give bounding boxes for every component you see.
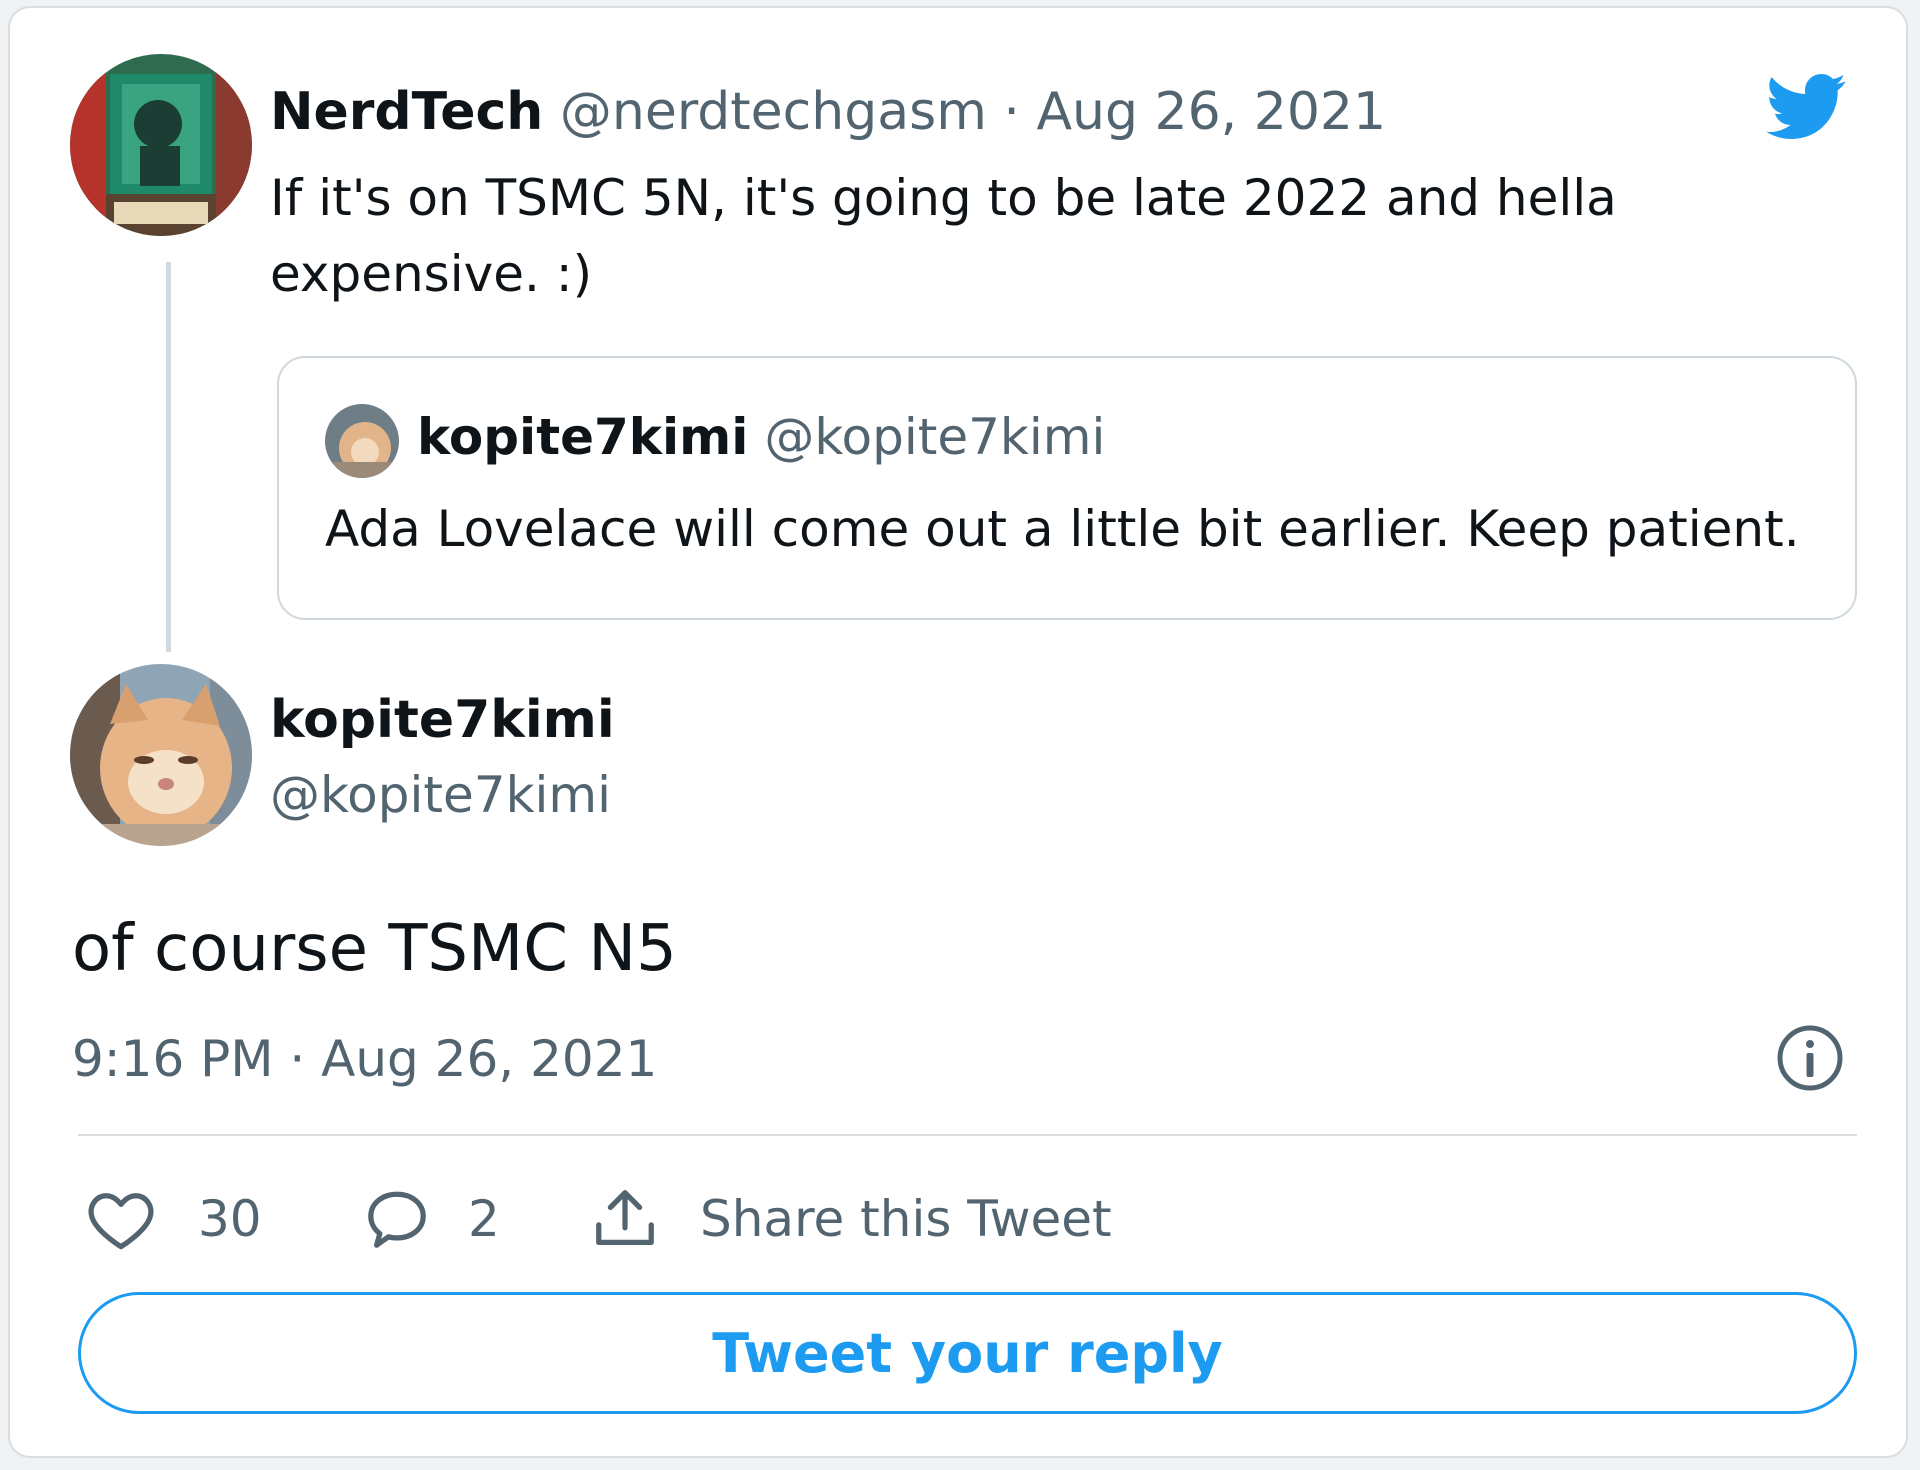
info-icon[interactable]	[1774, 1022, 1846, 1094]
nerdtech-avatar[interactable]	[70, 54, 252, 236]
share-label: Share this Tweet	[700, 1190, 1112, 1248]
parent-date[interactable]: Aug 26, 2021	[1036, 82, 1386, 142]
like-action[interactable]: 30	[86, 1184, 262, 1254]
parent-display-name[interactable]: NerdTech	[270, 82, 543, 142]
parent-tweet-text: If it's on TSMC 5N, it's going to be lat…	[270, 160, 1617, 312]
parent-text-line-2: expensive. :)	[270, 245, 593, 303]
share-icon	[590, 1184, 660, 1254]
main-display-name[interactable]: kopite7kimi	[270, 690, 615, 750]
main-handle[interactable]: @kopite7kimi	[270, 766, 611, 824]
heart-icon	[86, 1187, 156, 1251]
parent-tweet-header: NerdTech @nerdtechgasm · Aug 26, 2021	[270, 82, 1386, 142]
quoted-handle: @kopite7kimi	[764, 408, 1106, 466]
tweet-your-reply-button[interactable]: Tweet your reply	[78, 1292, 1857, 1414]
share-action[interactable]: Share this Tweet	[590, 1184, 1112, 1254]
reply-count: 2	[468, 1190, 500, 1248]
main-tweet-text: of course TSMC N5	[72, 912, 677, 986]
twitter-bird-icon[interactable]	[1762, 66, 1852, 146]
embedded-tweet-card: NerdTech @nerdtechgasm · Aug 26, 2021 If…	[8, 6, 1908, 1458]
parent-handle[interactable]: @nerdtechgasm	[560, 82, 987, 142]
like-count: 30	[198, 1190, 262, 1248]
parent-separator: ·	[1003, 82, 1020, 142]
kopite7kimi-avatar[interactable]	[70, 664, 252, 846]
reply-bubble-icon	[362, 1187, 432, 1251]
quoted-tweet[interactable]: kopite7kimi @kopite7kimi Ada Lovelace wi…	[277, 356, 1857, 620]
quoted-tweet-text: Ada Lovelace will come out a little bit …	[325, 500, 1800, 558]
thread-connector-line	[166, 262, 171, 652]
main-tweet-timestamp[interactable]: 9:16 PM · Aug 26, 2021	[72, 1030, 657, 1088]
quoted-avatar	[325, 404, 399, 478]
quoted-display-name: kopite7kimi	[417, 408, 749, 466]
reply-action[interactable]: 2	[362, 1184, 500, 1254]
divider	[78, 1134, 1857, 1136]
quoted-header: kopite7kimi @kopite7kimi	[417, 408, 1105, 466]
parent-text-line-1: If it's on TSMC 5N, it's going to be lat…	[270, 169, 1617, 227]
